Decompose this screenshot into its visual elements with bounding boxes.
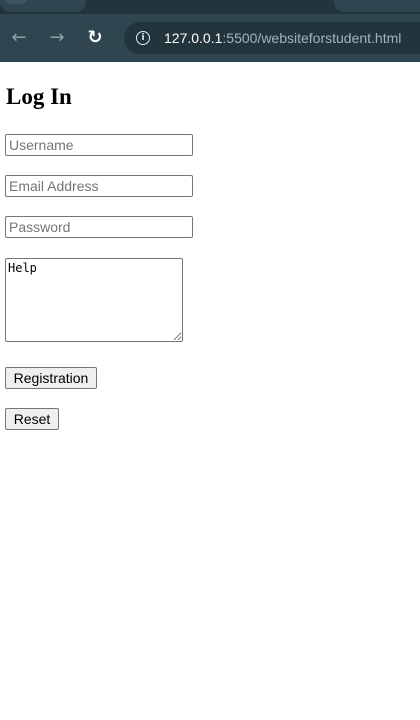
url-text[interactable]: 127.0.0.1:5500/websiteforstudent.html	[164, 30, 401, 46]
tab-strip	[0, 0, 420, 14]
registration-button[interactable]: Registration	[5, 367, 97, 389]
address-bar[interactable]: i 127.0.0.1:5500/websiteforstudent.html	[124, 22, 420, 54]
reload-icon[interactable]: ↻	[85, 28, 105, 48]
url-path: :5500/websiteforstudent.html	[222, 30, 402, 46]
help-textarea[interactable]: Help	[5, 258, 183, 342]
browser-tab-left[interactable]	[0, 0, 86, 12]
reset-button[interactable]: Reset	[5, 408, 59, 430]
browser-toolbar: ← → ↻ i 127.0.0.1:5500/websiteforstudent…	[0, 0, 420, 62]
site-info-icon[interactable]: i	[136, 31, 150, 45]
browser-tab-right[interactable]	[334, 0, 420, 12]
username-input[interactable]	[5, 134, 193, 156]
forward-arrow-icon[interactable]: →	[47, 28, 67, 48]
page-title: Log In	[6, 84, 72, 109]
tab-favicon	[4, 0, 28, 4]
url-host: 127.0.0.1	[164, 30, 223, 46]
password-input[interactable]	[5, 216, 193, 238]
back-arrow-icon[interactable]: ←	[9, 28, 29, 48]
email-input[interactable]	[5, 175, 193, 197]
